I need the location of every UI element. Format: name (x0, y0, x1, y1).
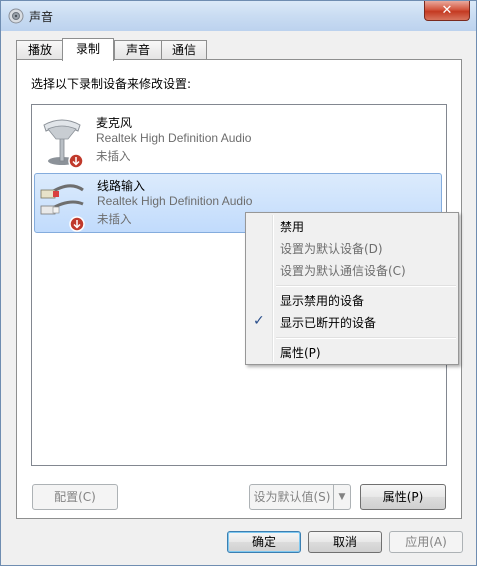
configure-button[interactable]: 配置(C) (32, 484, 118, 510)
microphone-icon (43, 119, 84, 169)
cancel-button[interactable]: 取消 (308, 531, 382, 553)
tab-recording[interactable]: 录制 (62, 38, 114, 61)
checkmark-icon: ✓ (253, 313, 265, 329)
device-driver: Realtek High Definition Audio (97, 194, 253, 208)
ok-button[interactable]: 确定 (227, 531, 301, 553)
set-default-label: 设为默认值(S) (253, 490, 331, 504)
device-status: 未插入 (97, 212, 132, 226)
device-driver: Realtek High Definition Audio (96, 131, 252, 145)
close-button[interactable]: ✕ (424, 1, 470, 21)
chevron-down-icon[interactable]: ▼ (333, 485, 350, 509)
menu-item-properties[interactable]: 属性(P) (246, 341, 458, 363)
tab-sounds[interactable]: 声音 (114, 40, 162, 59)
device-name: 麦克风 (96, 116, 133, 130)
apply-button[interactable]: 应用(A) (389, 531, 463, 553)
menu-item-show-disabled[interactable]: 显示禁用的设备 (246, 289, 458, 311)
menu-item-set-default-comm[interactable]: 设置为默认通信设备(C) (246, 259, 458, 281)
sound-dialog: 声音 ✕ 播放 录制 声音 通信 选择以下录制设备来修改设置: 麦克风 Real… (0, 0, 477, 566)
set-default-button[interactable]: 设为默认值(S) ▼ (249, 484, 351, 510)
device-status: 未插入 (96, 149, 131, 163)
context-menu: 禁用 设置为默认设备(D) 设置为默认通信设备(C) 显示禁用的设备 ✓ 显示已… (245, 212, 459, 365)
speaker-icon (8, 8, 24, 24)
menu-item-set-default[interactable]: 设置为默认设备(D) (246, 237, 458, 259)
title-bar[interactable]: 声音 ✕ (1, 1, 476, 31)
device-item-microphone[interactable]: 麦克风 Realtek High Definition Audio 未插入 (34, 111, 442, 171)
properties-button[interactable]: 属性(P) (360, 484, 446, 510)
menu-separator (276, 337, 456, 339)
instruction-text: 选择以下录制设备来修改设置: (31, 77, 192, 91)
menu-separator (276, 285, 456, 287)
window-title: 声音 (29, 10, 54, 24)
menu-item-disable[interactable]: 禁用 (246, 215, 458, 237)
close-icon: ✕ (441, 3, 453, 18)
tab-playback[interactable]: 播放 (16, 40, 64, 59)
menu-item-show-disconnected[interactable]: ✓ 显示已断开的设备 (246, 311, 458, 333)
line-in-icon (40, 184, 85, 232)
device-name: 线路输入 (97, 179, 146, 193)
tab-communications[interactable]: 通信 (161, 40, 207, 59)
